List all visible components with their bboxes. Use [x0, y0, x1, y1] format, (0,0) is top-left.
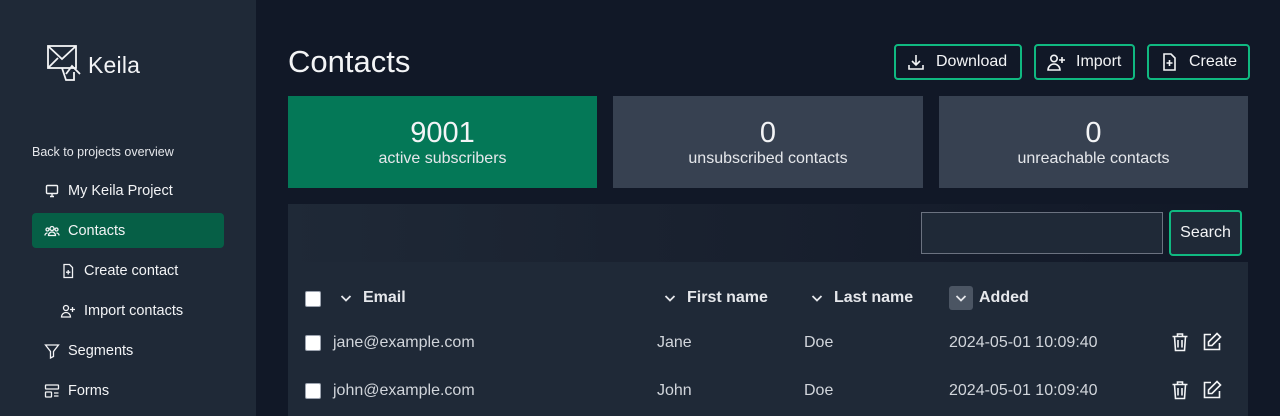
trash-icon[interactable] — [1169, 331, 1191, 353]
edit-icon[interactable] — [1201, 379, 1223, 401]
sidebar-item-project[interactable]: My Keila Project — [32, 173, 224, 208]
sidebar-item-label: Forms — [68, 382, 110, 399]
user-plus-icon — [1047, 54, 1065, 71]
sidebar-item-contacts[interactable]: Contacts — [32, 213, 224, 248]
sidebar-item-forms[interactable]: Forms — [32, 373, 224, 408]
column-header-added[interactable]: Added — [949, 286, 1029, 310]
chevron-down-icon — [339, 291, 353, 305]
sidebar-item-label: Create contact — [84, 262, 179, 279]
create-label: Create — [1189, 53, 1238, 70]
users-icon — [44, 223, 60, 239]
cell-last-name: Doe — [804, 382, 834, 399]
column-header-email[interactable]: Email — [339, 286, 406, 310]
cell-first-name: Jane — [657, 334, 692, 351]
search-bar: Search — [288, 204, 1248, 262]
logo[interactable]: Keila — [46, 44, 140, 84]
back-to-projects-link[interactable]: Back to projects overview — [32, 145, 174, 159]
import-label: Import — [1076, 53, 1122, 70]
download-label: Download — [936, 53, 1008, 70]
keila-logo-icon — [47, 45, 81, 81]
app-name: Keila — [88, 51, 141, 78]
chevron-down-icon — [810, 291, 824, 305]
monitor-icon — [44, 183, 60, 199]
stat-active-subscribers: 9001 active subscribers — [288, 96, 597, 188]
cell-email[interactable]: jane@example.com — [333, 331, 475, 355]
sidebar-item-import-contacts[interactable]: Import contacts — [32, 293, 224, 328]
download-button[interactable]: Download — [894, 44, 1022, 80]
chevron-down-icon — [949, 286, 973, 310]
cell-last-name: Doe — [804, 334, 834, 351]
select-all-checkbox[interactable] — [305, 291, 321, 307]
sidebar-item-label: Segments — [68, 342, 134, 359]
sidebar: Keila Back to projects overview My Keila… — [0, 0, 256, 416]
row-checkbox[interactable] — [305, 383, 321, 399]
sidebar-item-create-contact[interactable]: Create contact — [32, 253, 224, 288]
search-button[interactable]: Search — [1169, 210, 1242, 256]
cell-added: 2024-05-01 10:09:40 — [949, 382, 1098, 399]
filter-icon — [44, 343, 60, 359]
import-button[interactable]: Import — [1034, 44, 1135, 80]
create-button[interactable]: Create — [1147, 44, 1250, 80]
cell-email[interactable]: john@example.com — [333, 379, 475, 403]
contacts-table: Email First name Last name Added jane@ex… — [288, 262, 1248, 416]
file-plus-icon — [1163, 53, 1176, 71]
chevron-down-icon — [663, 291, 677, 305]
page-title: Contacts — [288, 44, 411, 79]
stat-value: 0 — [1085, 117, 1102, 149]
stat-label: unsubscribed contacts — [688, 150, 848, 167]
stat-value: 9001 — [410, 117, 475, 149]
column-label: Added — [979, 289, 1029, 306]
edit-icon[interactable] — [1201, 331, 1223, 353]
sidebar-item-segments[interactable]: Segments — [32, 333, 224, 368]
column-label: Last name — [834, 289, 914, 306]
file-plus-icon — [60, 263, 76, 279]
trash-icon[interactable] — [1169, 379, 1191, 401]
stat-label: active subscribers — [378, 150, 507, 167]
stat-unsubscribed-contacts: 0 unsubscribed contacts — [613, 96, 923, 188]
download-icon — [908, 55, 924, 70]
sidebar-item-label: My Keila Project — [68, 182, 173, 199]
stat-label: unreachable contacts — [1017, 150, 1170, 167]
stat-value: 0 — [759, 117, 777, 149]
form-icon — [44, 383, 60, 399]
column-header-last-name[interactable]: Last name — [810, 286, 913, 310]
row-checkbox[interactable] — [305, 335, 321, 351]
column-label: Email — [363, 289, 406, 306]
cell-first-name: John — [657, 382, 692, 399]
sidebar-item-label: Contacts — [68, 222, 126, 239]
sidebar-item-label: Import contacts — [84, 302, 184, 319]
search-input[interactable] — [921, 212, 1163, 254]
column-label: First name — [687, 289, 768, 306]
stat-unreachable-contacts: 0 unreachable contacts — [939, 96, 1248, 188]
user-plus-icon — [60, 303, 76, 319]
column-header-first-name[interactable]: First name — [663, 286, 768, 310]
cell-added: 2024-05-01 10:09:40 — [949, 334, 1098, 351]
